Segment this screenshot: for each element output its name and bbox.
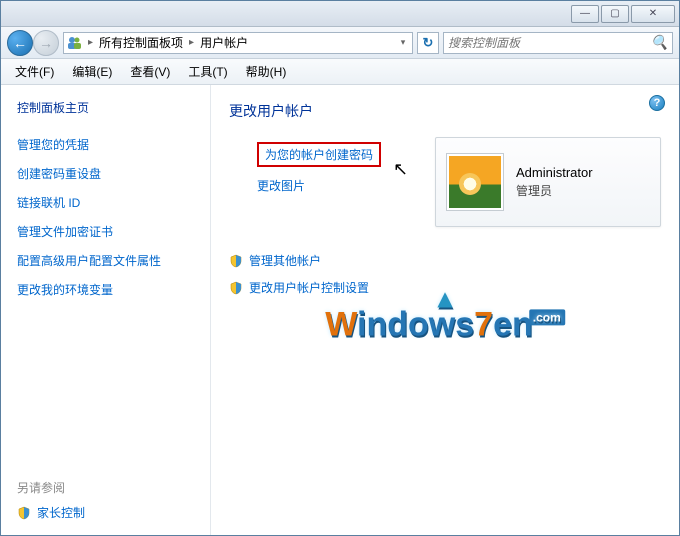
user-info: Administrator 管理员 bbox=[516, 165, 593, 199]
watermark: ▲ Windows7en.com bbox=[325, 305, 565, 344]
highlight-box: 为您的帐户创建密码 bbox=[257, 142, 381, 167]
action-change-uac[interactable]: 更改用户帐户控制设置 bbox=[229, 274, 661, 301]
maximize-button[interactable]: ▢ bbox=[601, 5, 629, 23]
menu-file[interactable]: 文件(F) bbox=[7, 59, 62, 84]
avatar bbox=[446, 153, 504, 211]
actions-row: 为您的帐户创建密码 更改图片 ↖ Administrator 管理员 bbox=[229, 137, 661, 227]
sidebar-link-online-id[interactable]: 链接联机 ID bbox=[17, 188, 194, 217]
action-manage-other[interactable]: 管理其他帐户 bbox=[229, 247, 661, 274]
nav-buttons: ← → bbox=[7, 30, 59, 56]
main-panel: ? 更改用户帐户 为您的帐户创建密码 更改图片 ↖ Administrator bbox=[211, 85, 679, 535]
navigation-bar: ← → ▸ 所有控制面板项 ▸ 用户帐户 ▾ ↻ 🔍 bbox=[1, 27, 679, 59]
search-box[interactable]: 🔍 bbox=[443, 32, 673, 54]
menu-bar: 文件(F) 编辑(E) 查看(V) 工具(T) 帮助(H) bbox=[1, 59, 679, 85]
sidebar-link-password-reset-disk[interactable]: 创建密码重设盘 bbox=[17, 159, 194, 188]
address-dropdown-icon[interactable]: ▾ bbox=[396, 35, 410, 51]
sidebar-link-advanced-profile[interactable]: 配置高级用户配置文件属性 bbox=[17, 246, 194, 275]
action-change-uac-label: 更改用户帐户控制设置 bbox=[249, 279, 369, 296]
primary-actions: 为您的帐户创建密码 更改图片 ↖ bbox=[229, 137, 415, 199]
see-also-parental[interactable]: 家长控制 bbox=[17, 504, 194, 521]
menu-help[interactable]: 帮助(H) bbox=[238, 59, 295, 84]
control-panel-window: — ▢ ✕ ← → ▸ 所有控制面板项 ▸ 用户帐户 ▾ ↻ 🔍 文件(F) 编… bbox=[0, 0, 680, 536]
secondary-actions: 管理其他帐户 更改用户帐户控制设置 bbox=[229, 247, 661, 301]
shield-icon bbox=[229, 254, 243, 268]
see-also-label: 另请参阅 bbox=[17, 479, 194, 496]
close-button[interactable]: ✕ bbox=[631, 5, 675, 23]
user-role: 管理员 bbox=[516, 182, 593, 199]
breadcrumb-all-items[interactable]: 所有控制面板项 bbox=[99, 34, 183, 51]
page-title: 更改用户帐户 bbox=[229, 101, 661, 121]
titlebar: — ▢ ✕ bbox=[1, 1, 679, 27]
back-button[interactable]: ← bbox=[7, 30, 33, 56]
forward-button[interactable]: → bbox=[33, 30, 59, 56]
sidebar-link-encryption-cert[interactable]: 管理文件加密证书 bbox=[17, 217, 194, 246]
avatar-image bbox=[449, 156, 501, 208]
minimize-button[interactable]: — bbox=[571, 5, 599, 23]
help-icon[interactable]: ? bbox=[649, 95, 665, 111]
address-bar[interactable]: ▸ 所有控制面板项 ▸ 用户帐户 ▾ bbox=[63, 32, 413, 54]
sidebar-link-env-vars[interactable]: 更改我的环境变量 bbox=[17, 275, 194, 304]
breadcrumb-arrow-icon: ▸ bbox=[187, 37, 196, 48]
refresh-button[interactable]: ↻ bbox=[417, 32, 439, 54]
breadcrumb-arrow-icon: ▸ bbox=[86, 37, 95, 48]
sidebar-home[interactable]: 控制面板主页 bbox=[17, 99, 194, 116]
action-manage-other-label: 管理其他帐户 bbox=[249, 252, 321, 269]
action-change-picture[interactable]: 更改图片 bbox=[257, 172, 415, 199]
see-also-parental-label: 家长控制 bbox=[37, 504, 85, 521]
user-accounts-icon bbox=[66, 35, 82, 51]
menu-view[interactable]: 查看(V) bbox=[122, 59, 178, 84]
shield-icon bbox=[229, 281, 243, 295]
content-area: 控制面板主页 管理您的凭据 创建密码重设盘 链接联机 ID 管理文件加密证书 配… bbox=[1, 85, 679, 535]
search-icon[interactable]: 🔍 bbox=[651, 34, 668, 51]
search-input[interactable] bbox=[448, 36, 651, 50]
user-name: Administrator bbox=[516, 165, 593, 180]
menu-tools[interactable]: 工具(T) bbox=[180, 59, 235, 84]
user-card: Administrator 管理员 bbox=[435, 137, 661, 227]
sidebar: 控制面板主页 管理您的凭据 创建密码重设盘 链接联机 ID 管理文件加密证书 配… bbox=[1, 85, 211, 535]
sidebar-link-credentials[interactable]: 管理您的凭据 bbox=[17, 130, 194, 159]
menu-edit[interactable]: 编辑(E) bbox=[64, 59, 120, 84]
action-create-password[interactable]: 为您的帐户创建密码 bbox=[257, 137, 415, 172]
breadcrumb-user-accounts[interactable]: 用户帐户 bbox=[200, 34, 248, 51]
shield-icon bbox=[17, 506, 31, 520]
